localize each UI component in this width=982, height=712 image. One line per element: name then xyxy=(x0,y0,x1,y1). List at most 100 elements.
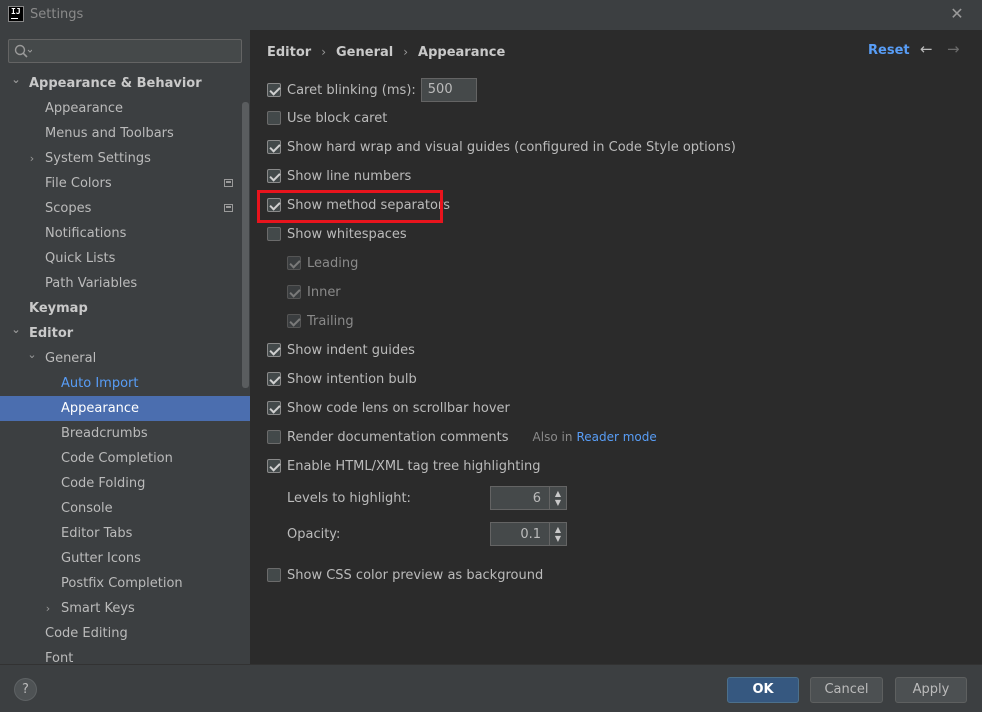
spinner-arrows-icon[interactable]: ▲ ▼ xyxy=(549,523,566,545)
sidebar-item-label: Scopes xyxy=(45,201,92,216)
sidebar-item-postfix-completion[interactable]: Postfix Completion xyxy=(0,571,250,596)
breadcrumb-editor[interactable]: Editor xyxy=(267,45,311,60)
help-button[interactable]: ? xyxy=(14,678,37,701)
line-numbers-checkbox[interactable] xyxy=(267,169,281,183)
sidebar-item-label: System Settings xyxy=(45,151,151,166)
sidebar-item-general[interactable]: ⌄ General xyxy=(0,346,250,371)
chevron-right-icon[interactable]: › xyxy=(26,146,38,171)
sidebar-item-path-variables[interactable]: Path Variables xyxy=(0,271,250,296)
block-caret-option[interactable]: Use block caret xyxy=(267,108,387,128)
sidebar-item-appearance[interactable]: Appearance xyxy=(0,396,250,421)
sidebar-item-system-settings[interactable]: › System Settings xyxy=(0,146,250,171)
highlight-annotation-box xyxy=(257,190,443,223)
sidebar-item-breadcrumbs[interactable]: Breadcrumbs xyxy=(0,421,250,446)
trailing-checkbox xyxy=(287,314,301,328)
sidebar-item-appearance-behavior[interactable]: ⌄ Appearance & Behavior xyxy=(0,71,250,96)
sidebar-item-smart-keys[interactable]: › Smart Keys xyxy=(0,596,250,621)
breadcrumb-appearance: Appearance xyxy=(418,44,506,60)
css-preview-option[interactable]: Show CSS color preview as background xyxy=(267,565,543,585)
reset-link[interactable]: Reset xyxy=(868,43,910,58)
render-docs-option[interactable]: Render documentation comments Also in Re… xyxy=(267,427,657,447)
whitespaces-option[interactable]: Show whitespaces xyxy=(267,224,407,244)
project-level-icon xyxy=(224,179,233,187)
reader-mode-link[interactable]: Reader mode xyxy=(576,430,656,444)
hard-wrap-option[interactable]: Show hard wrap and visual guides (config… xyxy=(267,137,736,157)
intention-bulb-option[interactable]: Show intention bulb xyxy=(267,369,417,389)
chevron-right-icon[interactable]: › xyxy=(42,596,54,621)
sidebar-item-auto-import[interactable]: Auto Import xyxy=(0,371,250,396)
block-caret-checkbox[interactable] xyxy=(267,111,281,125)
levels-value[interactable]: 6 xyxy=(491,491,549,506)
breadcrumb-general[interactable]: General xyxy=(336,45,393,60)
sidebar-item-file-colors[interactable]: File Colors xyxy=(0,171,250,196)
sidebar-item-code-editing[interactable]: Code Editing xyxy=(0,621,250,646)
sidebar-item-label: General xyxy=(45,351,97,366)
css-preview-label: Show CSS color preview as background xyxy=(287,567,544,583)
sidebar-item-gutter-icons[interactable]: Gutter Icons xyxy=(0,546,250,571)
opacity-label: Opacity: xyxy=(287,526,341,542)
search-input[interactable] xyxy=(35,42,235,60)
settings-tree: ⌄ Appearance & Behavior Appearance Menus an… xyxy=(0,71,250,664)
sidebar-scrollbar[interactable] xyxy=(242,102,249,388)
dialog-footer: ? OK Cancel Apply xyxy=(0,664,982,712)
sidebar-item-quick-lists[interactable]: Quick Lists xyxy=(0,246,250,271)
sidebar-item-label: Quick Lists xyxy=(45,251,116,266)
chevron-down-icon[interactable]: ⌄ xyxy=(26,342,38,367)
chevron-down-icon[interactable]: ⌄ xyxy=(10,67,22,92)
tag-tree-option[interactable]: Enable HTML/XML tag tree highlighting xyxy=(267,456,540,476)
block-caret-label: Use block caret xyxy=(287,110,388,126)
sidebar-item-label: Code Folding xyxy=(61,476,146,491)
sidebar-item-appearance[interactable]: Appearance xyxy=(0,96,250,121)
indent-guides-checkbox[interactable] xyxy=(267,343,281,357)
close-window-button[interactable]: ✕ xyxy=(948,5,966,23)
intention-bulb-label: Show intention bulb xyxy=(287,371,417,387)
indent-guides-option[interactable]: Show indent guides xyxy=(267,340,415,360)
render-docs-checkbox[interactable] xyxy=(267,430,281,444)
whitespaces-checkbox[interactable] xyxy=(267,227,281,241)
inner-checkbox xyxy=(287,285,301,299)
sidebar-item-editor-tabs[interactable]: Editor Tabs xyxy=(0,521,250,546)
sidebar-item-code-completion[interactable]: Code Completion xyxy=(0,446,250,471)
sidebar-item-console[interactable]: Console xyxy=(0,496,250,521)
line-numbers-label: Show line numbers xyxy=(287,168,412,184)
sidebar-item-scopes[interactable]: Scopes xyxy=(0,196,250,221)
sidebar-item-label: Auto Import xyxy=(61,376,139,391)
breadcrumb-separator: › xyxy=(321,45,327,59)
css-preview-checkbox[interactable] xyxy=(267,568,281,582)
code-lens-option[interactable]: Show code lens on scrollbar hover xyxy=(267,398,510,418)
forward-arrow-icon[interactable]: → xyxy=(947,40,965,58)
settings-search-field[interactable] xyxy=(8,39,242,63)
caret-blinking-option[interactable]: Caret blinking (ms): 500 xyxy=(267,78,477,102)
render-docs-label: Render documentation comments xyxy=(287,429,509,445)
code-lens-checkbox[interactable] xyxy=(267,401,281,415)
apply-button[interactable]: Apply xyxy=(895,677,967,703)
chevron-down-icon[interactable]: ⌄ xyxy=(10,317,22,342)
sidebar-item-label: Font xyxy=(45,651,74,664)
settings-sidebar: ⌄ Appearance & Behavior Appearance Menus an… xyxy=(0,30,250,664)
sidebar-item-label: Smart Keys xyxy=(61,601,135,616)
sidebar-item-label: Appearance xyxy=(45,101,124,116)
opacity-spinner[interactable]: 0.1 ▲ ▼ xyxy=(490,522,567,546)
caret-blinking-input[interactable]: 500 xyxy=(420,78,477,102)
opacity-value[interactable]: 0.1 xyxy=(491,527,549,542)
sidebar-item-keymap[interactable]: Keymap xyxy=(0,296,250,321)
back-arrow-icon[interactable]: ← xyxy=(920,40,938,58)
breadcrumb-separator: › xyxy=(403,45,409,59)
sidebar-item-label: Notifications xyxy=(45,226,127,241)
caret-blinking-checkbox[interactable] xyxy=(267,83,281,97)
sidebar-item-notifications[interactable]: Notifications xyxy=(0,221,250,246)
tag-tree-checkbox[interactable] xyxy=(267,459,281,473)
levels-spinner[interactable]: 6 ▲ ▼ xyxy=(490,486,567,510)
line-numbers-option[interactable]: Show line numbers xyxy=(267,166,411,186)
hard-wrap-checkbox[interactable] xyxy=(267,140,281,154)
ok-button[interactable]: OK xyxy=(727,677,799,703)
spinner-arrows-icon[interactable]: ▲ ▼ xyxy=(549,487,566,509)
intention-bulb-checkbox[interactable] xyxy=(267,372,281,386)
cancel-button[interactable]: Cancel xyxy=(810,677,883,703)
sidebar-item-label: Code Completion xyxy=(61,451,173,466)
sidebar-item-menus-and-toolbars[interactable]: Menus and Toolbars xyxy=(0,121,250,146)
sidebar-item-code-folding[interactable]: Code Folding xyxy=(0,471,250,496)
sidebar-item-font[interactable]: Font xyxy=(0,646,250,664)
trailing-option: Trailing xyxy=(287,311,354,331)
levels-row: Levels to highlight: 6 ▲ ▼ xyxy=(287,486,617,510)
